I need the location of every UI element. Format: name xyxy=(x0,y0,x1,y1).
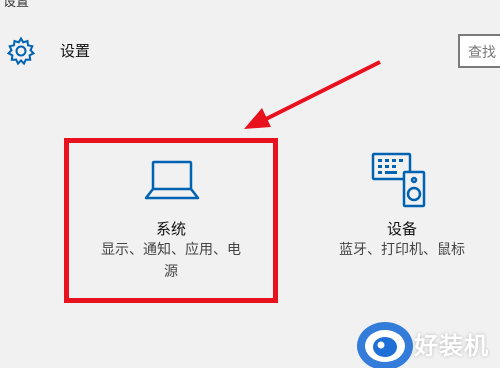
tile-system-desc-line1: 显示、通知、应用、电 xyxy=(101,242,241,258)
gear-icon xyxy=(6,36,36,66)
devices-icon xyxy=(371,152,426,208)
tile-devices-title: 设备 xyxy=(386,220,417,238)
tile-devices[interactable]: 设备 蓝牙、打印机、鼠标 xyxy=(322,150,482,280)
tile-devices-desc: 蓝牙、打印机、鼠标 xyxy=(339,242,465,258)
laptop-icon xyxy=(144,160,200,200)
search-input[interactable]: 查找 xyxy=(458,34,500,68)
tile-system-title: 系统 xyxy=(155,220,186,238)
watermark-logo-icon xyxy=(357,322,413,368)
settings-header: 设置 查找 xyxy=(6,34,500,68)
page-title: 设置 xyxy=(60,42,91,60)
tile-system[interactable]: 系统 显示、通知、应用、电 源 xyxy=(65,138,277,302)
tile-system-desc-line2: 源 xyxy=(164,264,178,280)
window-title: 设置 xyxy=(3,0,30,10)
watermark: 好装机 xyxy=(354,318,500,368)
search-input-text: 查找 xyxy=(468,45,496,61)
watermark-text: 好装机 xyxy=(414,332,489,360)
